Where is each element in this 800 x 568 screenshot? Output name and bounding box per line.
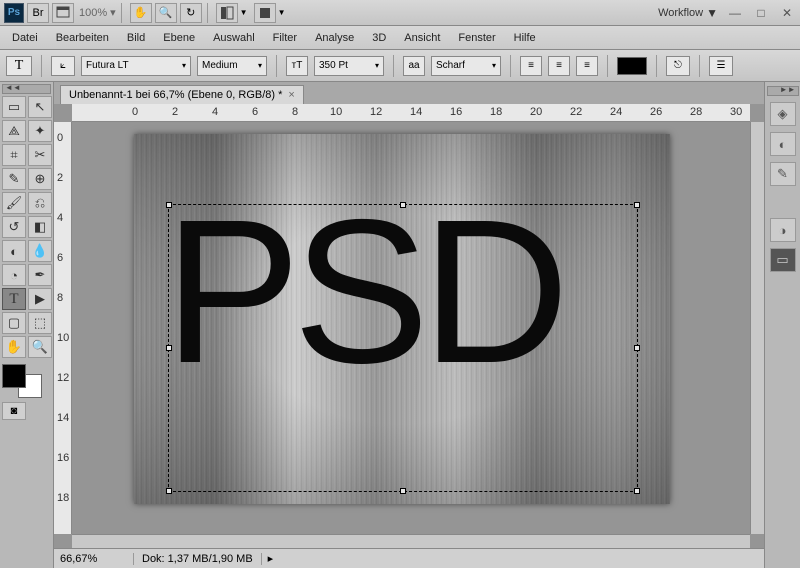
zoom-tool-tb[interactable]: 🔍 (28, 336, 52, 358)
rotate-view-icon[interactable]: ↻ (180, 3, 202, 23)
menu-hilfe[interactable]: Hilfe (514, 32, 536, 44)
hand-tool-icon[interactable]: ✋ (130, 3, 152, 23)
tab-close-icon[interactable]: × (288, 89, 294, 101)
shape-tool[interactable]: ▢ (2, 312, 26, 334)
type-tool[interactable]: T (2, 288, 26, 310)
move-tool[interactable]: ↖ (28, 96, 52, 118)
antialias-label: aa (403, 56, 425, 76)
ruler-vertical[interactable]: 024681012141618 (54, 122, 72, 534)
character-panel-button[interactable]: ☰ (709, 56, 733, 76)
eraser-tool[interactable]: ◧ (28, 216, 52, 238)
channels-panel-icon[interactable]: ◐ (770, 132, 796, 156)
quickmask-button[interactable]: ◙ (2, 402, 26, 420)
menu-bild[interactable]: Bild (127, 32, 145, 44)
history-brush-tool[interactable]: ↺ (2, 216, 26, 238)
pen-tool[interactable]: ✒ (28, 264, 52, 286)
blur-tool[interactable]: 💧 (28, 240, 52, 262)
menu-filter[interactable]: Filter (273, 32, 297, 44)
wand-tool[interactable]: ✦ (28, 120, 52, 142)
status-zoom[interactable]: 66,67% (54, 553, 134, 565)
screen-mode2-button[interactable] (254, 3, 276, 23)
bridge-button[interactable]: Br (27, 3, 49, 23)
healing-tool[interactable]: ⊕ (28, 168, 52, 190)
3d-tool[interactable]: ⬚ (28, 312, 52, 334)
status-arrow-icon[interactable]: ▸ (262, 552, 274, 565)
maximize-button[interactable]: □ (752, 6, 770, 20)
font-weight-dropdown[interactable]: Medium (197, 56, 267, 76)
align-left-button[interactable]: ≡ (520, 56, 542, 76)
warp-text-button[interactable]: ⎋ (666, 56, 690, 76)
lasso-tool[interactable]: ⟁ (2, 120, 26, 142)
align-center-button[interactable]: ≡ (548, 56, 570, 76)
color-swatches[interactable] (2, 364, 42, 398)
right-panel: ◈ ◐ ✎ ◑ ▭ (764, 82, 800, 568)
menu-ebene[interactable]: Ebene (163, 32, 195, 44)
text-color-swatch[interactable] (617, 57, 647, 75)
workspace-switcher[interactable]: Workflow▼ (658, 6, 718, 20)
zoom-dropdown[interactable]: 100%▾ (79, 6, 116, 19)
crop-tool[interactable]: ⌗ (2, 144, 26, 166)
canvas[interactable]: PSD (134, 134, 670, 504)
menu-bearbeiten[interactable]: Bearbeiten (56, 32, 109, 44)
font-size-icon: тT (286, 56, 308, 76)
menu-ansicht[interactable]: Ansicht (404, 32, 440, 44)
paths-panel-icon[interactable]: ✎ (770, 162, 796, 186)
screen-mode-button[interactable] (52, 3, 74, 23)
path-select-tool[interactable]: ▶ (28, 288, 52, 310)
menu-3d[interactable]: 3D (372, 32, 386, 44)
foreground-color[interactable] (2, 364, 26, 388)
status-bar: 66,67% Dok: 1,37 MB/1,90 MB ▸ (54, 548, 764, 568)
tab-title: Unbenannt-1 bei 66,7% (Ebene 0, RGB/8) * (69, 89, 282, 101)
dodge-tool[interactable]: ◔ (2, 264, 26, 286)
status-doc-size[interactable]: Dok: 1,37 MB/1,90 MB (134, 553, 262, 565)
layers-panel-icon[interactable]: ◈ (770, 102, 796, 126)
adjustments-panel-icon[interactable]: ◑ (770, 218, 796, 242)
document-tab[interactable]: Unbenannt-1 bei 66,7% (Ebene 0, RGB/8) *… (60, 85, 304, 104)
transform-box[interactable] (168, 204, 638, 492)
options-bar: T ⟀ Futura LT Medium тT 350 Pt aa Scharf… (0, 50, 800, 82)
toolbox-collapse[interactable] (2, 84, 51, 94)
scrollbar-horizontal[interactable] (72, 534, 750, 548)
panel-collapse[interactable] (767, 86, 799, 96)
menu-bar: Datei Bearbeiten Bild Ebene Auswahl Filt… (0, 26, 800, 50)
app-icon: Ps (4, 3, 24, 23)
navigator-panel-icon[interactable]: ▭ (770, 248, 796, 272)
font-size-dropdown[interactable]: 350 Pt (314, 56, 384, 76)
brush-tool[interactable]: 🖌 (2, 192, 26, 214)
align-right-button[interactable]: ≡ (576, 56, 598, 76)
menu-fenster[interactable]: Fenster (458, 32, 495, 44)
hand-tool[interactable]: ✋ (2, 336, 26, 358)
close-button[interactable]: ✕ (778, 6, 796, 20)
scrollbar-vertical[interactable] (750, 122, 764, 534)
toolbox: ▭ ↖ ⟁ ✦ ⌗ ✂ ✎ ⊕ 🖌 ⎌ ↺ ◧ ◐ 💧 ◔ ✒ T ▶ ▢ ⬚ … (0, 82, 54, 568)
marquee-tool[interactable]: ▭ (2, 96, 26, 118)
gradient-tool[interactable]: ◐ (2, 240, 26, 262)
minimize-button[interactable]: — (726, 6, 744, 20)
document-tabbar: Unbenannt-1 bei 66,7% (Ebene 0, RGB/8) *… (54, 82, 764, 104)
ruler-horizontal[interactable]: 024681012141618202224262830 (72, 104, 750, 122)
font-family-dropdown[interactable]: Futura LT (81, 56, 191, 76)
canvas-area: 024681012141618202224262830 024681012141… (54, 104, 764, 548)
antialias-dropdown[interactable]: Scharf (431, 56, 501, 76)
eyedropper-tool[interactable]: ✎ (2, 168, 26, 190)
slice-tool[interactable]: ✂ (28, 144, 52, 166)
arrange-button[interactable] (216, 3, 238, 23)
zoom-tool-icon[interactable]: 🔍 (155, 3, 177, 23)
tool-preset-icon[interactable]: T (6, 56, 32, 76)
stamp-tool[interactable]: ⎌ (28, 192, 52, 214)
menu-datei[interactable]: Datei (12, 32, 38, 44)
menu-analyse[interactable]: Analyse (315, 32, 354, 44)
orientation-button[interactable]: ⟀ (51, 56, 75, 76)
menu-auswahl[interactable]: Auswahl (213, 32, 255, 44)
